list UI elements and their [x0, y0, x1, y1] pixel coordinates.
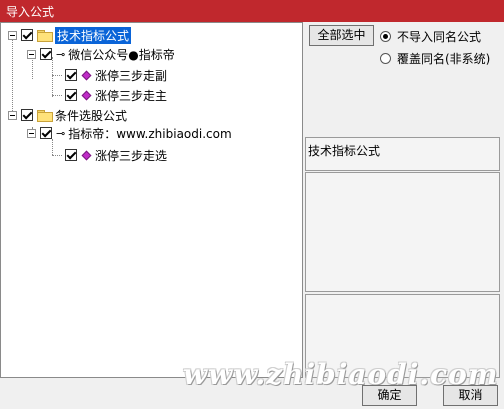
formula-gem-icon [81, 90, 92, 100]
collapse-icon[interactable] [8, 110, 17, 120]
tree-node-label: 涨停三步走副 [95, 68, 168, 83]
tree-node-label: 技术指标公式 [55, 26, 132, 44]
tree-node-label: 涨停三步走主 [95, 88, 168, 103]
tree-node-technical-indicators[interactable]: 技术指标公式 [8, 26, 132, 44]
ok-button[interactable]: 确定 [362, 385, 417, 406]
formula-tree[interactable]: 技术指标公式 ⊸ 微信公众号●指标帝 涨停三步走副 涨停三步走主 条件选股公式 … [0, 22, 303, 378]
tree-node-label: 条件选股公式 [55, 108, 128, 123]
info-header-panel: 技术指标公式 [305, 137, 500, 171]
checkbox[interactable] [40, 48, 52, 60]
collapse-icon[interactable] [27, 49, 36, 59]
window-title: 导入公式 [6, 5, 55, 19]
checkbox[interactable] [65, 89, 77, 101]
info-description-panel [305, 172, 500, 292]
collapse-icon[interactable] [8, 30, 17, 40]
tree-node-label: 指标帝：www.zhibiaodi.com [68, 126, 232, 141]
tree-node-formula[interactable]: 涨停三步走主 [52, 86, 167, 104]
tree-node-website-author[interactable]: ⊸ 指标帝：www.zhibiaodi.com [27, 124, 232, 142]
checkbox[interactable] [21, 29, 33, 41]
tree-node-formula[interactable]: 涨停三步走选 [52, 146, 167, 164]
radio-label: 不导入同名公式 [397, 30, 482, 44]
formula-gem-icon [81, 70, 92, 80]
folder-icon [37, 29, 53, 42]
title-bar: 导入公式 [0, 0, 504, 22]
checkbox[interactable] [65, 69, 77, 81]
formula-gem-icon [81, 150, 92, 160]
folder-icon [37, 109, 53, 122]
tree-node-wechat-author[interactable]: ⊸ 微信公众号●指标帝 [27, 45, 175, 63]
radio-dot-icon[interactable] [380, 53, 391, 64]
checkbox[interactable] [65, 149, 77, 161]
radio-skip-same-name[interactable]: 不导入同名公式 [380, 28, 481, 45]
radio-overwrite-same-name[interactable]: 覆盖同名(非系统) [380, 50, 490, 67]
cancel-button[interactable]: 取消 [443, 385, 498, 406]
tree-node-formula[interactable]: 涨停三步走副 [52, 66, 167, 84]
radio-label: 覆盖同名(非系统) [397, 52, 491, 66]
tree-node-stock-screening[interactable]: 条件选股公式 [8, 106, 127, 124]
checkbox[interactable] [21, 109, 33, 121]
tree-node-label: 涨停三步走选 [95, 148, 168, 163]
tree-connector [52, 74, 62, 76]
collapse-icon[interactable] [27, 128, 36, 138]
tree-connector [52, 154, 62, 156]
tree-node-label: 微信公众号●指标帝 [68, 47, 175, 62]
radio-dot-icon[interactable] [380, 31, 391, 42]
key-icon: ⊸ [56, 47, 66, 61]
key-icon: ⊸ [56, 126, 66, 140]
info-label: 技术指标公式 [308, 144, 381, 158]
select-all-button[interactable]: 全部选中 [309, 25, 374, 46]
tree-connector [52, 94, 62, 96]
checkbox[interactable] [40, 127, 52, 139]
